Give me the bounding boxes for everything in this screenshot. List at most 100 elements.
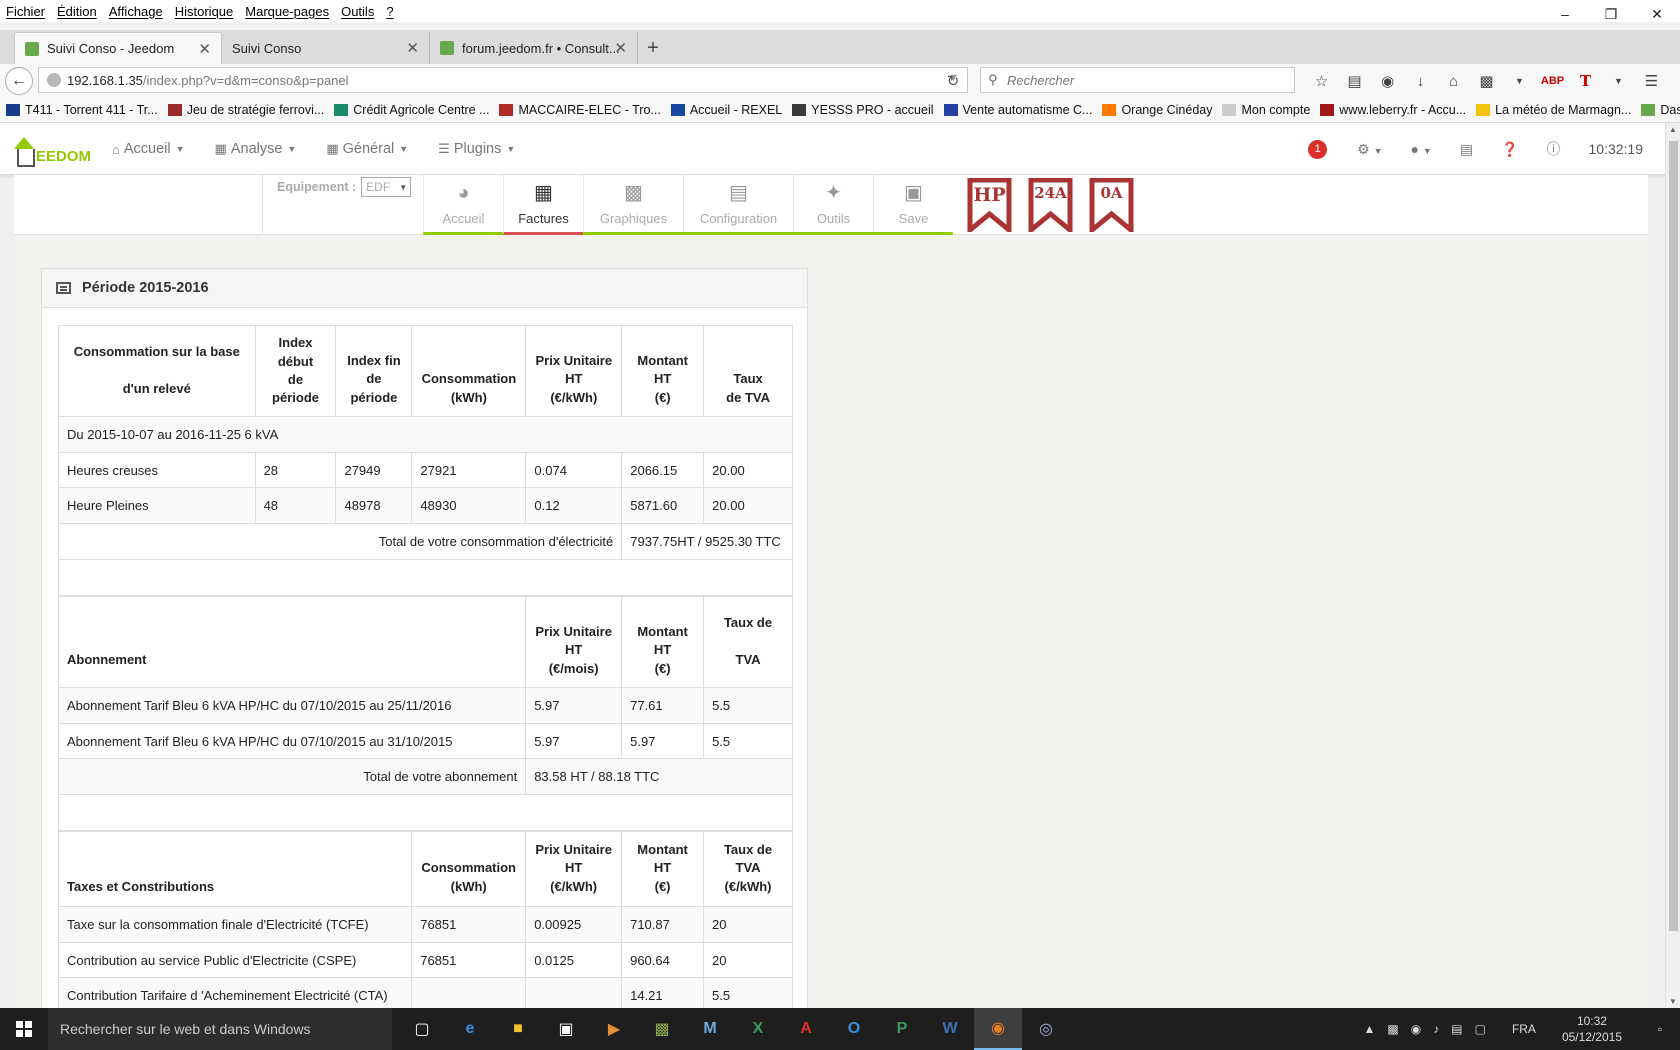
word-icon[interactable]: W <box>926 1008 974 1050</box>
task-view-icon[interactable]: ▢ <box>398 1008 446 1050</box>
text-tool-icon[interactable]: T <box>1569 68 1602 94</box>
network-icon[interactable]: ▤ <box>1460 141 1473 158</box>
menu-affichage[interactable]: Affichage <box>109 4 163 19</box>
equipment-selector: Equipement : EDF ▼ <box>277 177 412 197</box>
file-explorer-icon[interactable]: ■ <box>494 1008 542 1050</box>
excel-icon[interactable]: X <box>734 1008 782 1050</box>
settings-menu-icon[interactable]: ⚙ ▼ <box>1357 141 1382 158</box>
bookmark-item[interactable]: Dashboard - Jeedom <box>1641 103 1680 117</box>
bookmark-item[interactable]: Jeu de stratégie ferrovi... <box>167 103 324 117</box>
tab-close-icon[interactable]: ✕ <box>614 39 627 57</box>
dropdown-icon[interactable]: ▼ <box>1602 68 1635 94</box>
scroll-up-icon[interactable]: ▲ <box>1669 125 1677 134</box>
reading-list-icon[interactable]: ▤ <box>1338 68 1371 94</box>
menu-plugins[interactable]: ☰ Plugins ▼ <box>438 141 515 157</box>
bookmark-item[interactable]: Accueil - REXEL <box>670 103 782 117</box>
store-icon[interactable]: ▣ <box>542 1008 590 1050</box>
tab-graphiques[interactable]: ▩ Graphiques <box>583 175 683 232</box>
hamburger-menu-icon[interactable]: ☰ <box>1635 68 1668 94</box>
network-icon[interactable]: ▤ <box>1451 1022 1462 1036</box>
info-icon[interactable]: ⓘ <box>1547 139 1561 159</box>
adblock-icon[interactable]: ABP <box>1536 68 1569 94</box>
tab-close-icon[interactable]: ✕ <box>198 40 211 58</box>
scroll-down-icon[interactable]: ▼ <box>1669 997 1677 1006</box>
menu-aide[interactable]: ? <box>386 4 393 19</box>
tab-save[interactable]: ▣ Save <box>873 175 953 232</box>
bookmark-item[interactable]: www.leberry.fr - Accu... <box>1320 103 1466 117</box>
tab-close-icon[interactable]: ✕ <box>406 39 419 57</box>
equipment-select[interactable]: EDF ▼ <box>361 177 412 197</box>
tab-outils[interactable]: ✦ Outils <box>793 175 873 232</box>
menu-edition[interactable]: Édition <box>57 4 97 19</box>
tab-suivi-conso-jeedom[interactable]: Suivi Conso - Jeedom ✕ <box>14 32 222 64</box>
bookmark-item[interactable]: YESSS PRO - accueil <box>792 103 934 117</box>
tab-forum-jeedom[interactable]: forum.jeedom.fr • Consult... ✕ <box>430 32 638 64</box>
home-icon[interactable]: ⌂ <box>1437 68 1470 94</box>
tray-app-icon[interactable]: ◉ <box>1411 1022 1421 1036</box>
tab-suivi-conso[interactable]: Suivi Conso ✕ <box>222 32 430 64</box>
menu-historique[interactable]: Historique <box>175 4 234 19</box>
bookmark-item[interactable]: T411 - Torrent 411 - Tr... <box>6 103 158 117</box>
help-icon[interactable]: ❓ <box>1501 141 1518 158</box>
bookmark-item[interactable]: Vente automatisme C... <box>943 103 1092 117</box>
menu-general[interactable]: ▦ Général ▼ <box>326 141 408 157</box>
new-tab-button[interactable]: + <box>638 32 668 64</box>
jeedom-logo[interactable]: EEDOM <box>14 133 91 167</box>
bookmark-item[interactable]: Crédit Agricole Centre ... <box>334 103 489 117</box>
acrobat-icon[interactable]: A <box>782 1008 830 1050</box>
back-button[interactable]: ← <box>5 67 33 95</box>
project-icon[interactable]: P <box>878 1008 926 1050</box>
translate-icon[interactable]: ▩ <box>1470 68 1503 94</box>
tray-app-icon[interactable]: ▩ <box>1387 1022 1398 1036</box>
user-menu-icon[interactable]: ● ▼ <box>1411 141 1432 157</box>
tab-factures[interactable]: ▦ Factures <box>503 175 583 235</box>
firefox-icon[interactable]: ◉ <box>974 1008 1022 1050</box>
dropdown-icon[interactable]: ▼ <box>1503 68 1536 94</box>
outlook-icon[interactable]: O <box>830 1008 878 1050</box>
site-info-icon[interactable] <box>47 73 61 87</box>
action-center-icon[interactable]: ▫ <box>1640 1008 1680 1050</box>
search-input[interactable]: ⚲ Rechercher <box>980 67 1295 93</box>
close-window-button[interactable]: ✕ <box>1634 0 1680 28</box>
bookmark-item[interactable]: MACCAIRE-ELEC - Tro... <box>499 103 661 117</box>
panel-title: Période 2015-2016 <box>82 280 209 296</box>
message-icon[interactable]: ▢ <box>1475 1022 1486 1036</box>
menu-analyse[interactable]: ▦ Analyse ▼ <box>215 141 297 157</box>
bookmark-item[interactable]: Orange Cinéday <box>1102 103 1212 117</box>
app-icon[interactable]: ▩ <box>638 1008 686 1050</box>
restore-button[interactable]: ❐ <box>1588 0 1634 28</box>
menu-accueil[interactable]: ⌂ Accueil ▼ <box>112 141 185 157</box>
system-clock[interactable]: 10:32 05/12/2015 <box>1562 1013 1622 1045</box>
bookmark-item[interactable]: La météo de Marmagn... <box>1476 103 1631 117</box>
menu-marque-pages[interactable]: Marque-pages <box>245 4 329 19</box>
bookmark-item[interactable]: Mon compte <box>1222 103 1310 117</box>
tab-accueil[interactable]: ◕ Accueil <box>423 175 503 232</box>
pocket-icon[interactable]: ◉ <box>1371 68 1404 94</box>
main-content: Période 2015-2016 Consommation sur la ba… <box>14 236 1648 1008</box>
download-icon[interactable]: ↓ <box>1404 68 1437 94</box>
language-indicator[interactable]: FRA <box>1512 1022 1536 1036</box>
minimize-button[interactable]: – <box>1542 0 1588 28</box>
maxthon-icon[interactable]: M <box>686 1008 734 1050</box>
taskbar-search[interactable]: Rechercher sur le web et dans Windows <box>48 1008 392 1050</box>
menu-fichier[interactable]: Fichier <box>6 4 45 19</box>
reload-icon[interactable]: ↻ <box>940 68 966 94</box>
address-bar[interactable]: 192.168.1.35/index.php?v=d&m=conso&p=pan… <box>38 67 968 93</box>
jeedom-favicon-icon <box>440 41 454 55</box>
jeedom-header: EEDOM ⌂ Accueil ▼ ▦ Analyse ▼ ▦ Général ▼ ☰ Plu… <box>0 123 1665 175</box>
tab-configuration[interactable]: ▤ Configuration <box>683 175 793 232</box>
page-scrollbar[interactable]: ▲ ▼ <box>1665 123 1680 1008</box>
message-badge[interactable]: 1 <box>1308 139 1328 159</box>
edge-icon[interactable]: e <box>446 1008 494 1050</box>
tab-label: Suivi Conso <box>232 40 302 56</box>
app-icon[interactable]: ◎ <box>1022 1008 1070 1050</box>
header-cell: Taxes et Constributions <box>57 831 413 907</box>
volume-icon[interactable]: ♪ <box>1433 1022 1439 1036</box>
url-path: /index.php?v=d&m=conso&p=panel <box>142 72 349 88</box>
media-player-icon[interactable]: ▶ <box>590 1008 638 1050</box>
show-hidden-icons-icon[interactable]: ▲ <box>1364 1022 1376 1036</box>
menu-outils[interactable]: Outils <box>341 4 374 19</box>
bookmark-star-icon[interactable]: ☆ <box>1305 68 1338 94</box>
start-button[interactable] <box>0 1008 48 1050</box>
scrollbar-thumb[interactable] <box>1669 141 1678 931</box>
